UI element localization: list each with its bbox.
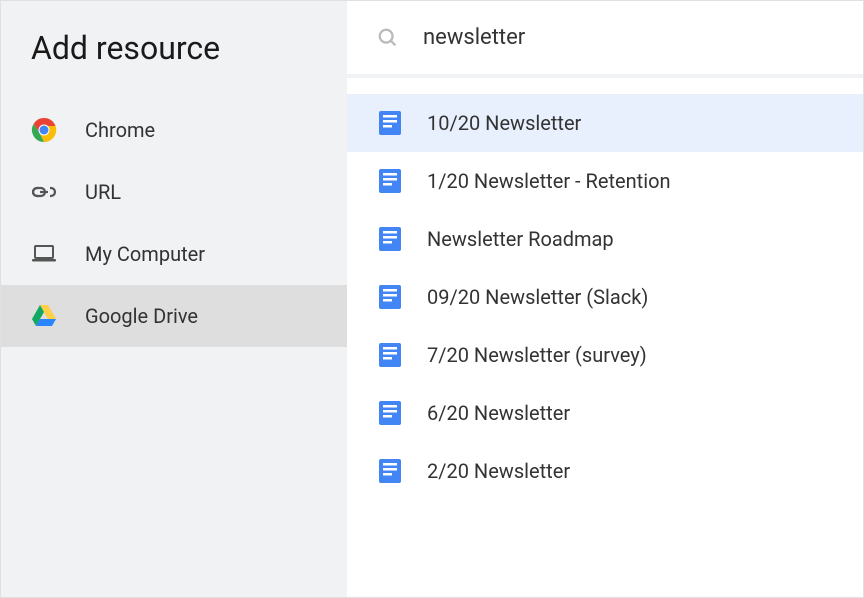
search-icon <box>377 27 399 49</box>
sidebar-item-my-computer[interactable]: My Computer <box>1 223 347 285</box>
results-list: 10/20 Newsletter 1/20 Newsletter - Retent… <box>347 78 863 597</box>
result-label: 2/20 Newsletter <box>427 459 570 483</box>
search-input[interactable] <box>423 25 833 50</box>
doc-icon <box>377 284 403 310</box>
result-label: 10/20 Newsletter <box>427 111 581 135</box>
result-item[interactable]: 10/20 Newsletter <box>347 94 863 152</box>
doc-icon <box>377 400 403 426</box>
drive-icon <box>31 303 57 329</box>
result-item[interactable]: 6/20 Newsletter <box>347 384 863 442</box>
doc-icon <box>377 110 403 136</box>
sidebar-title: Add resource <box>1 1 347 99</box>
result-item[interactable]: 2/20 Newsletter <box>347 442 863 500</box>
doc-icon <box>377 458 403 484</box>
sidebar-item-url[interactable]: URL <box>1 161 347 223</box>
link-icon <box>31 179 57 205</box>
sidebar-item-label: URL <box>85 180 121 204</box>
result-label: 1/20 Newsletter - Retention <box>427 169 671 193</box>
result-label: 09/20 Newsletter (Slack) <box>427 285 648 309</box>
doc-icon <box>377 168 403 194</box>
result-item[interactable]: 7/20 Newsletter (survey) <box>347 326 863 384</box>
result-label: 6/20 Newsletter <box>427 401 570 425</box>
doc-icon <box>377 342 403 368</box>
sidebar-item-google-drive[interactable]: Google Drive <box>1 285 347 347</box>
result-label: 7/20 Newsletter (survey) <box>427 343 647 367</box>
chrome-icon <box>31 117 57 143</box>
laptop-icon <box>31 241 57 267</box>
sidebar-item-label: Chrome <box>85 118 155 142</box>
main-panel: 10/20 Newsletter 1/20 Newsletter - Retent… <box>347 1 863 597</box>
result-item[interactable]: 1/20 Newsletter - Retention <box>347 152 863 210</box>
sidebar-item-label: Google Drive <box>85 304 198 328</box>
result-item[interactable]: Newsletter Roadmap <box>347 210 863 268</box>
search-bar <box>347 1 863 78</box>
result-item[interactable]: 09/20 Newsletter (Slack) <box>347 268 863 326</box>
sidebar: Add resource Chrome URL My Computer Google … <box>1 1 347 597</box>
result-label: Newsletter Roadmap <box>427 227 614 251</box>
sidebar-item-chrome[interactable]: Chrome <box>1 99 347 161</box>
sidebar-item-label: My Computer <box>85 242 205 266</box>
doc-icon <box>377 226 403 252</box>
